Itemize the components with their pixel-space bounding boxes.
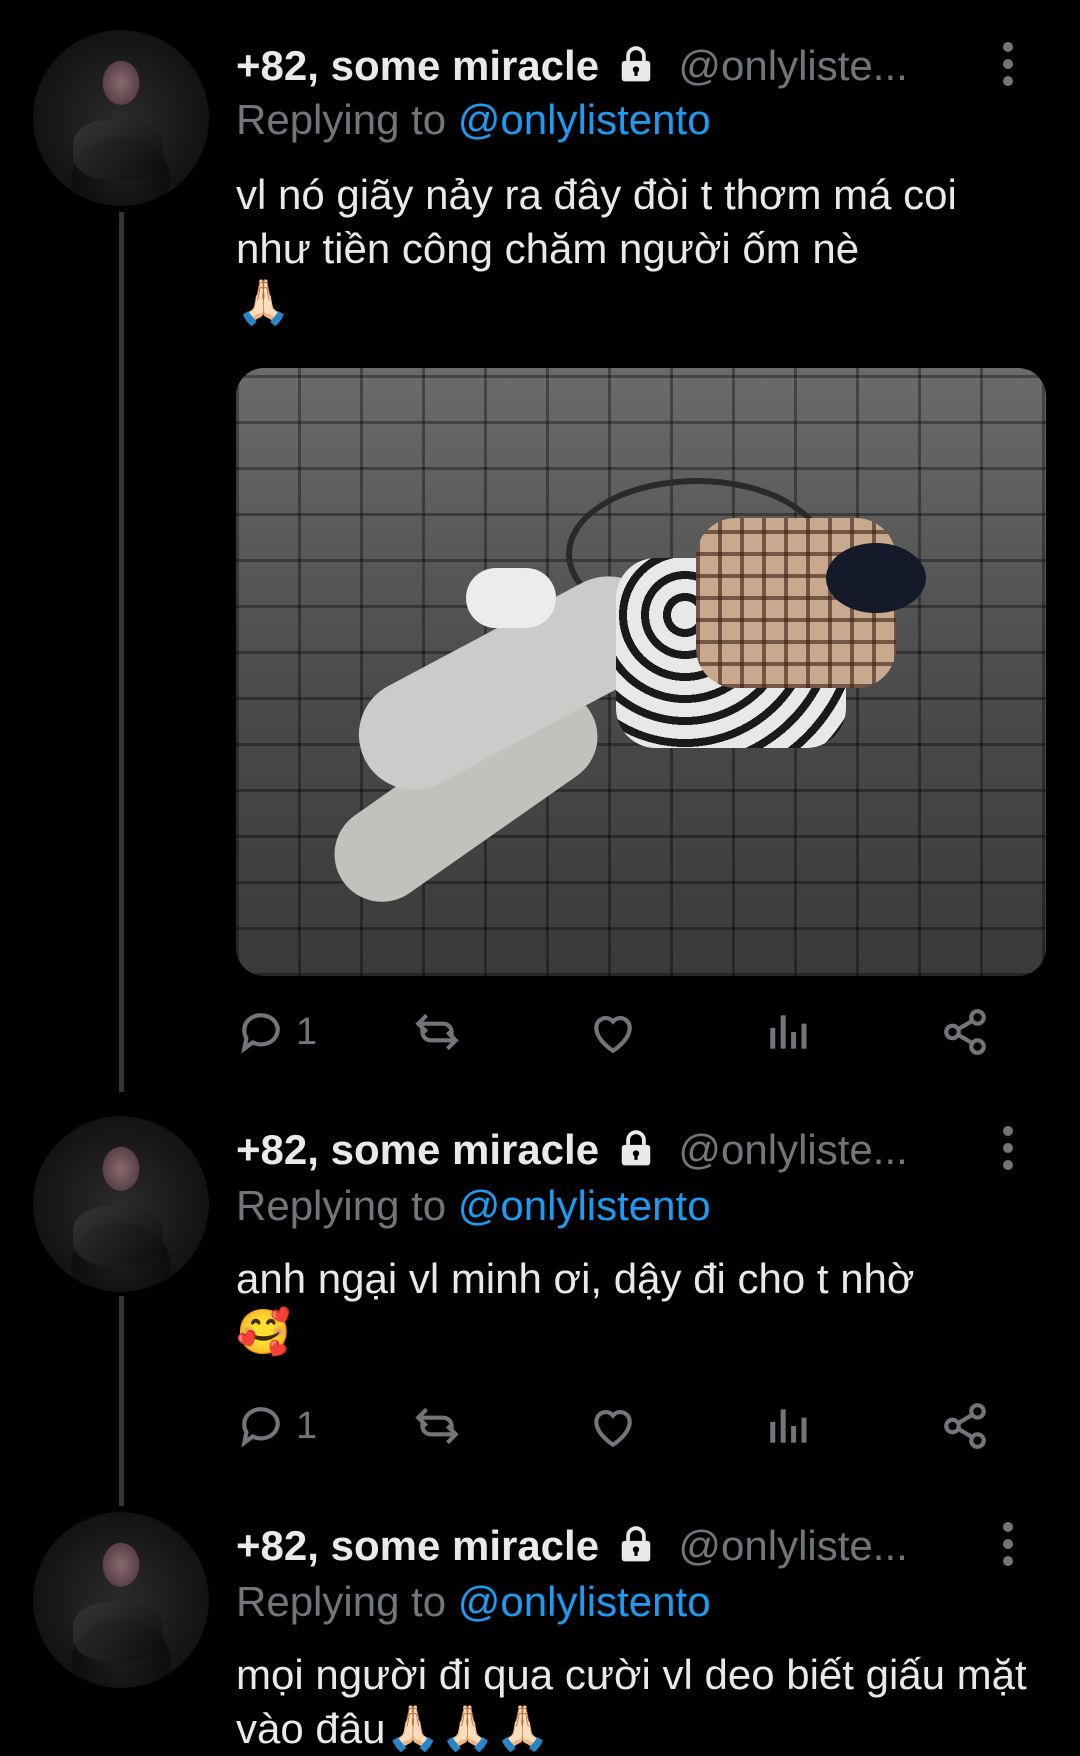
replying-label: Replying to [236, 96, 447, 143]
tweet-body: vl nó giãy nảy ra đây đòi t thơm má coi … [236, 171, 957, 272]
retweet-button[interactable] [412, 1002, 462, 1062]
reply-button[interactable]: 1 [236, 1002, 317, 1062]
more-vertical-icon[interactable] [993, 1522, 1023, 1568]
tweet[interactable]: +82, some miracle @onlyliste... Replying… [0, 1100, 1080, 1480]
reply-icon [241, 1407, 280, 1448]
retweet-icon [415, 1407, 459, 1445]
views-button[interactable] [764, 1396, 814, 1456]
reply-button[interactable]: 1 [236, 1396, 317, 1456]
like-button[interactable] [588, 1002, 638, 1062]
tweet-header: +82, some miracle @onlyliste... [236, 1522, 908, 1570]
views-button[interactable] [764, 1002, 814, 1062]
avatar[interactable] [33, 30, 209, 206]
tweet-body: anh ngại vl minh ơi, dậy đi cho t nhờ [236, 1255, 915, 1302]
replying-to: Replying to @onlylistento [236, 96, 711, 144]
handle[interactable]: @onlyliste... [678, 1126, 907, 1173]
display-name[interactable]: +82, some miracle [236, 1522, 599, 1569]
avatar[interactable] [33, 1512, 209, 1688]
more-vertical-icon[interactable] [993, 1126, 1023, 1172]
handle[interactable]: @onlyliste... [678, 42, 907, 89]
avatar[interactable] [33, 1116, 209, 1292]
tweet-header: +82, some miracle @onlyliste... [236, 1126, 908, 1174]
reply-count: 1 [296, 1010, 318, 1053]
retweet-icon [415, 1013, 459, 1051]
replying-to: Replying to @onlylistento [236, 1578, 711, 1626]
tweet-photo[interactable] [236, 368, 1046, 976]
lock-icon [621, 46, 650, 82]
tweet-emoji: 🥰 [236, 1308, 291, 1357]
retweet-button[interactable] [412, 1396, 462, 1456]
tweet-actions: 1 [236, 1396, 1026, 1456]
heart-icon [594, 1410, 632, 1448]
share-button[interactable] [940, 1002, 990, 1062]
tweet-header: +82, some miracle @onlyliste... [236, 42, 908, 90]
display-name[interactable]: +82, some miracle [236, 1126, 599, 1173]
replying-to-link[interactable]: @onlylistento [458, 96, 711, 143]
tweet-emoji: 🙏🏻🙏🏻🙏🏻 [385, 1704, 550, 1753]
reply-icon [241, 1013, 280, 1054]
replying-to-link[interactable]: @onlylistento [458, 1182, 711, 1229]
lock-icon [621, 1526, 650, 1562]
tweet-actions: 1 [236, 1002, 1026, 1062]
replying-label: Replying to [236, 1578, 447, 1625]
replying-to-link[interactable]: @onlylistento [458, 1578, 711, 1625]
more-vertical-icon[interactable] [993, 42, 1023, 88]
like-button[interactable] [588, 1396, 638, 1456]
display-name[interactable]: +82, some miracle [236, 42, 599, 89]
tweet-text: anh ngại vl minh ơi, dậy đi cho t nhờ 🥰 [236, 1252, 1036, 1360]
heart-icon [594, 1016, 632, 1054]
reply-count: 1 [296, 1404, 318, 1447]
lock-icon [621, 1130, 650, 1166]
tweet[interactable]: +82, some miracle @onlyliste... Replying… [0, 0, 1080, 1100]
tweet-body: mọi người đi qua cười vl deo biết giấu m… [236, 1651, 1027, 1752]
analytics-icon [770, 1409, 807, 1443]
replying-to: Replying to @onlylistento [236, 1182, 711, 1230]
share-button[interactable] [940, 1396, 990, 1456]
share-icon [944, 1009, 986, 1055]
tweet-text: vl nó giãy nảy ra đây đòi t thơm má coi … [236, 168, 1036, 330]
replying-label: Replying to [236, 1182, 447, 1229]
tweet-text: mọi người đi qua cười vl deo biết giấu m… [236, 1648, 1036, 1756]
share-icon [944, 1403, 986, 1449]
tweet-emoji: 🙏🏻 [236, 278, 291, 327]
tweet[interactable]: +82, some miracle @onlyliste... Replying… [0, 1496, 1080, 1754]
analytics-icon [770, 1015, 807, 1049]
handle[interactable]: @onlyliste... [678, 1522, 907, 1569]
